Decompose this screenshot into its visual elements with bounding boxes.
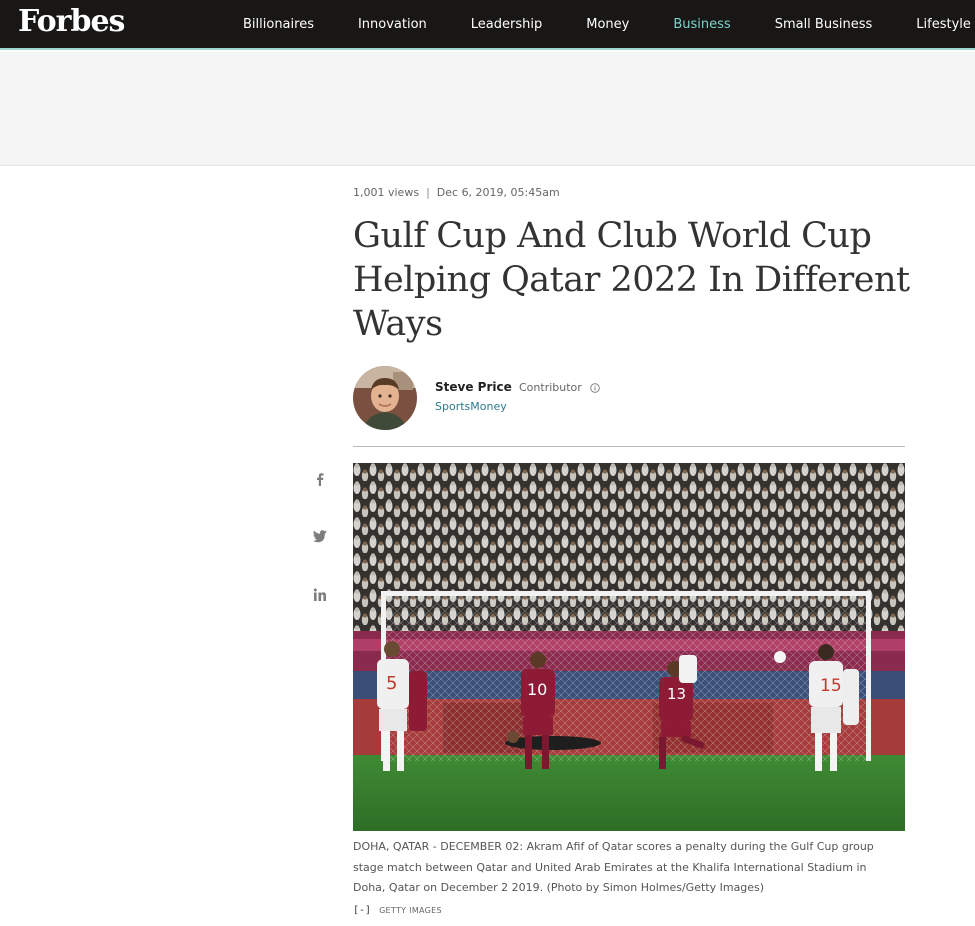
article-headline: Gulf Cup And Club World Cup Helping Qata… [353, 216, 910, 344]
author-role: Contributor [519, 381, 582, 394]
nav-item-lifestyle[interactable]: Lifestyle [916, 17, 971, 32]
nav-item-business[interactable]: Business [673, 17, 730, 32]
article-meta: 1,001 views | Dec 6, 2019, 05:45am [353, 186, 560, 199]
info-icon[interactable] [590, 383, 600, 393]
nav-item-billionaires[interactable]: Billionaires [243, 17, 314, 32]
nav-item-small-business[interactable]: Small Business [775, 17, 873, 32]
nav-item-leadership[interactable]: Leadership [471, 17, 542, 32]
facebook-icon[interactable] [310, 469, 330, 489]
photo-credit-row: [-] GETTY IMAGES [353, 900, 442, 916]
author-channel-link[interactable]: SportsMoney [435, 400, 507, 413]
photo-caption: DOHA, QATAR - DECEMBER 02: Akram Afif of… [353, 840, 874, 894]
ad-banner-placeholder [0, 52, 975, 166]
article-photo: 5 10 13 15 [353, 463, 905, 831]
view-count: 1,001 views [353, 186, 420, 199]
linkedin-icon[interactable] [310, 585, 330, 605]
twitter-icon[interactable] [310, 526, 330, 546]
top-nav: Forbes Billionaires Innovation Leadership M… [0, 0, 975, 50]
author-name[interactable]: Steve Price [435, 380, 512, 394]
caption-collapse-button[interactable]: [-] [353, 905, 371, 916]
jersey-number-15: 15 [820, 676, 842, 696]
jersey-number-10: 10 [527, 680, 547, 699]
jersey-number-13: 13 [667, 685, 686, 703]
nav-item-innovation[interactable]: Innovation [358, 17, 427, 32]
nav-item-money[interactable]: Money [586, 17, 629, 32]
forbes-logo[interactable]: Forbes [18, 4, 125, 39]
author-avatar[interactable] [353, 366, 417, 430]
jersey-number-5: 5 [386, 673, 397, 694]
meta-separator: | [426, 186, 430, 199]
nav-menu: Billionaires Innovation Leadership Money Bus… [243, 15, 975, 33]
photo-credit: GETTY IMAGES [379, 906, 442, 915]
publish-date: Dec 6, 2019, 05:45am [436, 186, 560, 199]
author-divider [353, 446, 905, 447]
